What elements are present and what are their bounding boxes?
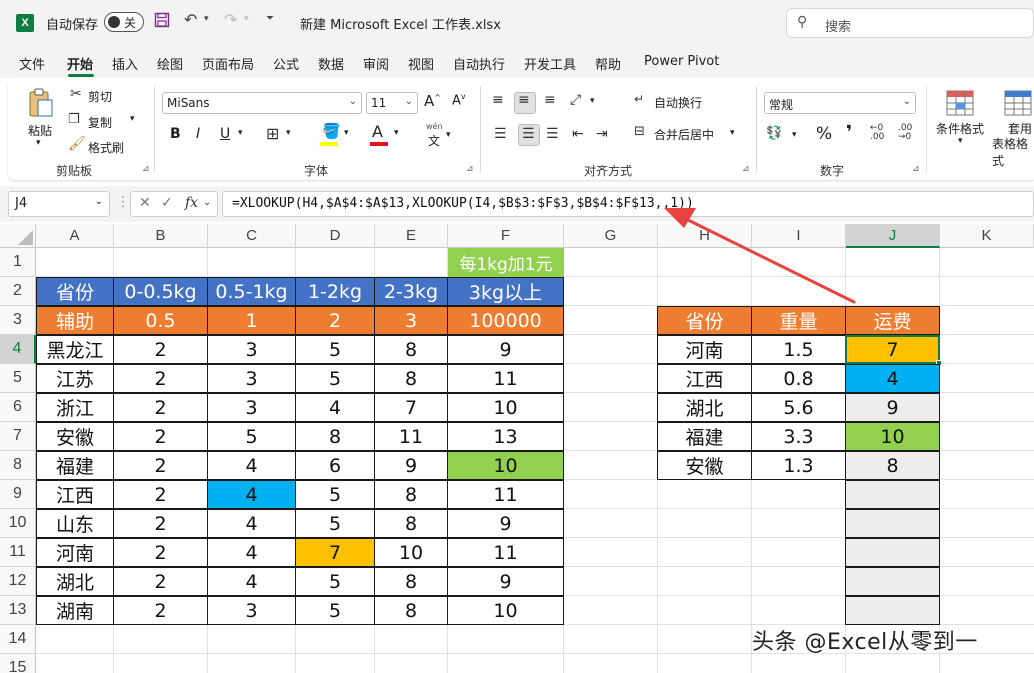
watermark: 头条 @Excel从零到一 — [752, 630, 978, 655]
annotation-arrow — [664, 208, 856, 304]
